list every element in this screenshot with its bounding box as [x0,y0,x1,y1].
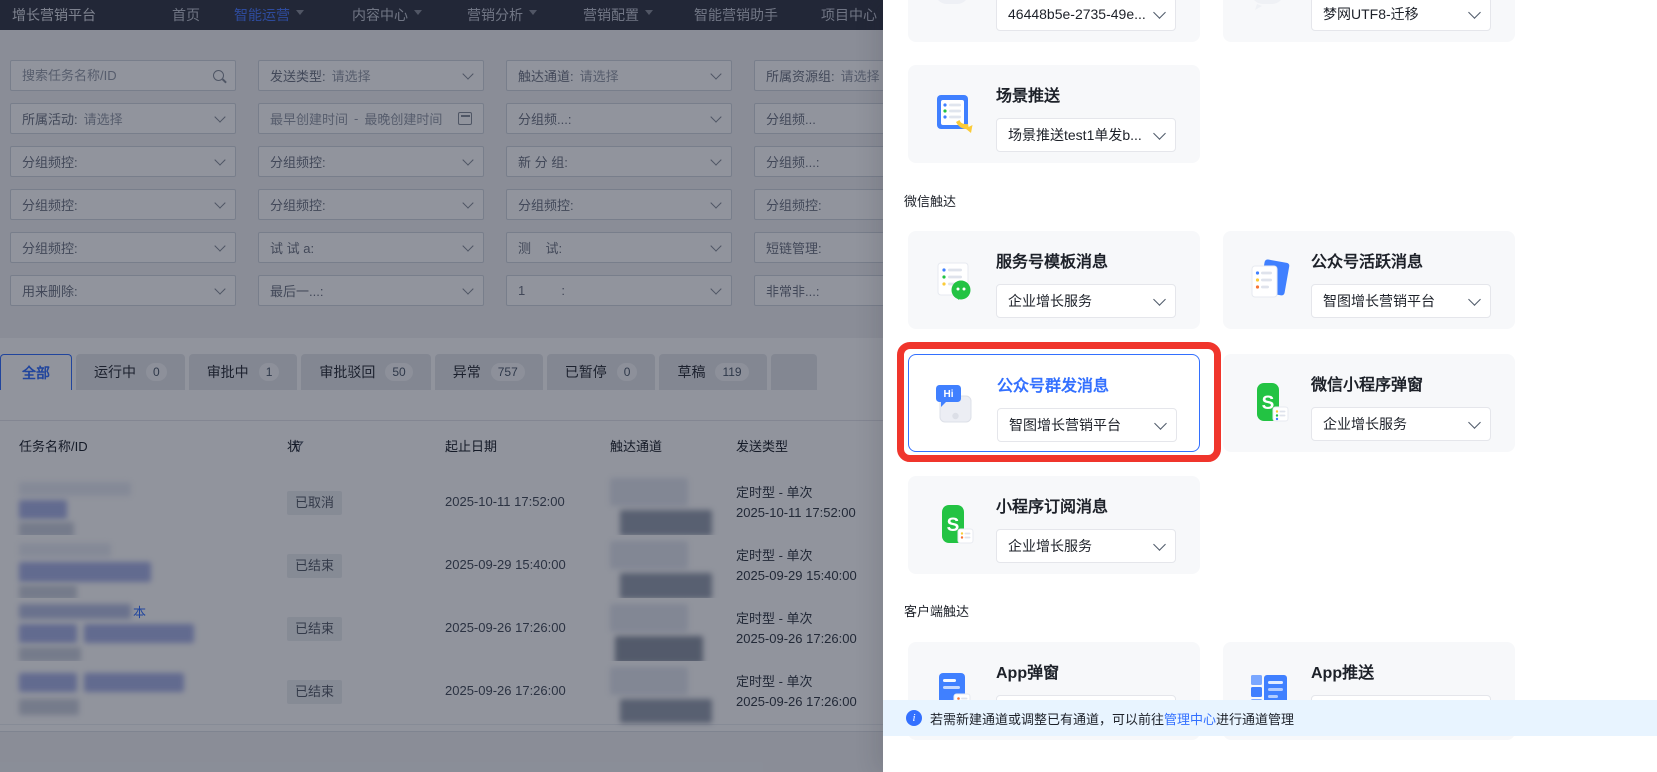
channel-dropdown[interactable]: 企业增长服务 [996,284,1176,318]
chevron-down-icon [1468,415,1481,429]
channel-dropdown[interactable]: 企业增长服务 [1311,407,1491,441]
channel-dropdown[interactable]: 梦网UTF8-迁移 [1311,0,1491,31]
channel-title: App推送 [1311,665,1375,682]
official-account-active-icon [1245,256,1293,304]
svg-text:S: S [1262,393,1275,414]
scene-push-icon [930,90,978,138]
channel-title: 服务号模板消息 [996,254,1109,271]
channel-card-scene-push[interactable]: 场景推送 场景推送test1单发b... [908,65,1200,163]
info-text: 若需新建通道或调整已有通道，可以前往管理中心进行通道管理 [930,711,1295,727]
miniprogram-icon: S [1245,379,1293,427]
channel-dropdown[interactable]: 智图增长营销平台 [1311,284,1491,318]
channel-card-sms-2[interactable]: 梦网UTF8-迁移 [1223,0,1515,42]
sms-channel-icon [930,0,978,17]
channel-card-miniprogram-subscribe[interactable]: S 小程序订阅消息 企业增长服务 [908,476,1200,574]
sms-channel-icon [1245,0,1293,17]
channel-dropdown[interactable]: 企业增长服务 [996,529,1176,563]
manage-center-link[interactable]: 管理中心 [1164,712,1216,727]
channel-title: 场景推送 [996,88,1061,105]
screen: 增长营销平台 首页 智能运营 内容中心 营销分析 营销配置 智能营销助手 项目中… [0,0,1657,772]
channel-card-service-template[interactable]: 服务号模板消息 企业增长服务 [908,231,1200,329]
marketing-app: 增长营销平台 首页 智能运营 内容中心 营销分析 营销配置 智能营销助手 项目中… [0,0,883,772]
chevron-down-icon [1153,126,1166,140]
chevron-down-icon [1153,5,1166,19]
channel-title: 小程序订阅消息 [996,499,1109,516]
channel-title: 公众号群发消息 [997,378,1110,395]
svg-text:Hi: Hi [944,389,954,400]
channel-select-panel: 46448b5e-2735-49e... 梦网UTF8-迁移 场景推送 场景推送… [883,0,1657,772]
channel-info-bar: i 若需新建通道或调整已有通道，可以前往管理中心进行通道管理 [883,700,1657,736]
miniprogram-icon: S [930,501,978,549]
section-label-wechat: 微信触达 [904,194,957,209]
chevron-down-icon [1468,5,1481,19]
info-icon: i [906,710,922,726]
wechat-service-template-icon [930,256,978,304]
channel-dropdown[interactable]: 场景推送test1单发b... [996,118,1176,152]
chevron-down-icon [1153,292,1166,306]
chevron-down-icon [1468,292,1481,306]
channel-card-oa-active[interactable]: 公众号活跃消息 智图增长营销平台 [1223,231,1515,329]
channel-title: 公众号活跃消息 [1311,254,1424,271]
chevron-down-icon [1154,416,1167,430]
channel-card-sms-1[interactable]: 46448b5e-2735-49e... [908,0,1200,42]
channel-card-miniprogram-popup[interactable]: S 微信小程序弹窗 企业增长服务 [1223,354,1515,452]
channel-title: 微信小程序弹窗 [1311,377,1424,394]
svg-text:S: S [947,515,960,536]
channel-dropdown[interactable]: 智图增长营销平台 [997,408,1177,442]
channel-card-oa-mass[interactable]: Hi 公众号群发消息 智图增长营销平台 [908,354,1200,452]
channel-dropdown[interactable]: 46448b5e-2735-49e... [996,0,1176,31]
section-label-client: 客户端触达 [904,604,970,619]
chevron-down-icon [1153,537,1166,551]
channel-title: App弹窗 [996,665,1060,682]
official-account-mass-icon: Hi [931,380,979,428]
dim-overlay [0,0,883,772]
